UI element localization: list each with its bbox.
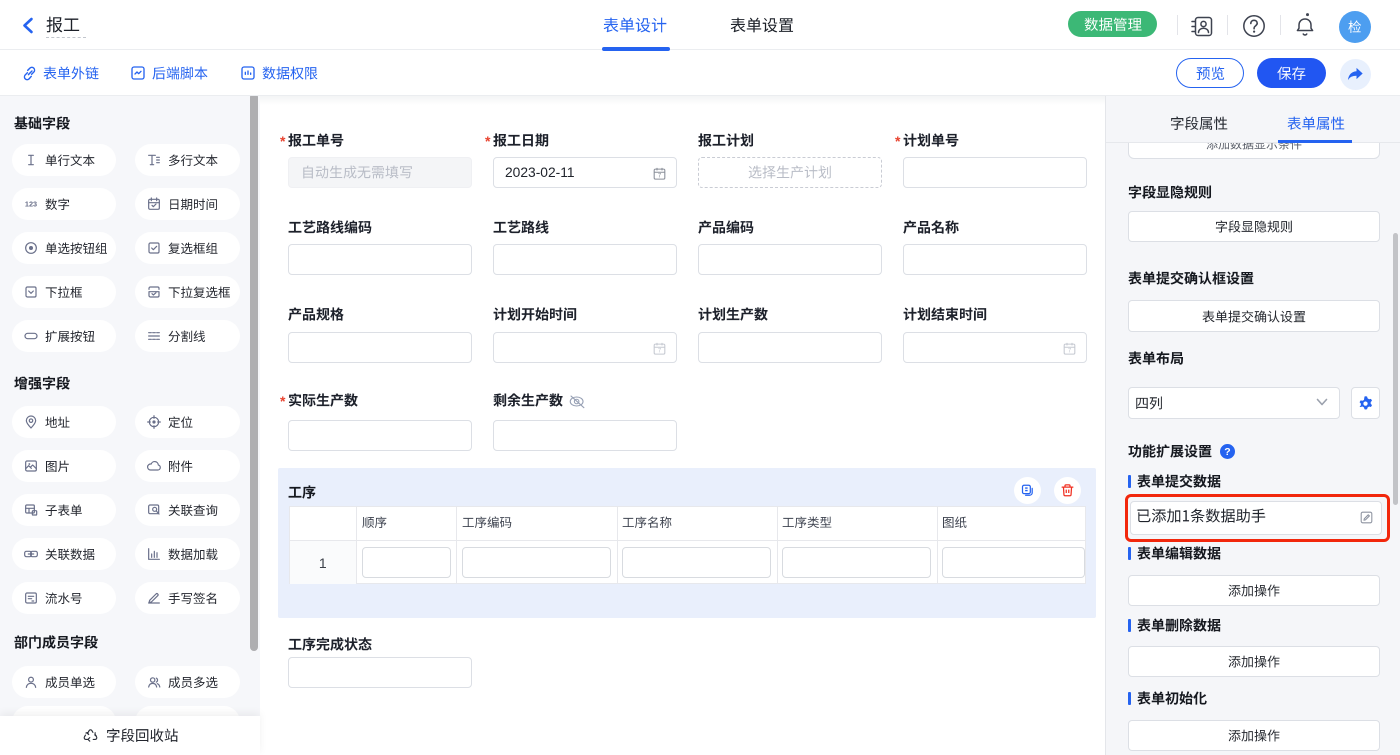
- svg-text:7: 7: [1068, 349, 1071, 355]
- svg-text:7: 7: [658, 349, 661, 355]
- svg-text:7: 7: [658, 174, 661, 180]
- svg-text:123: 123: [25, 200, 37, 209]
